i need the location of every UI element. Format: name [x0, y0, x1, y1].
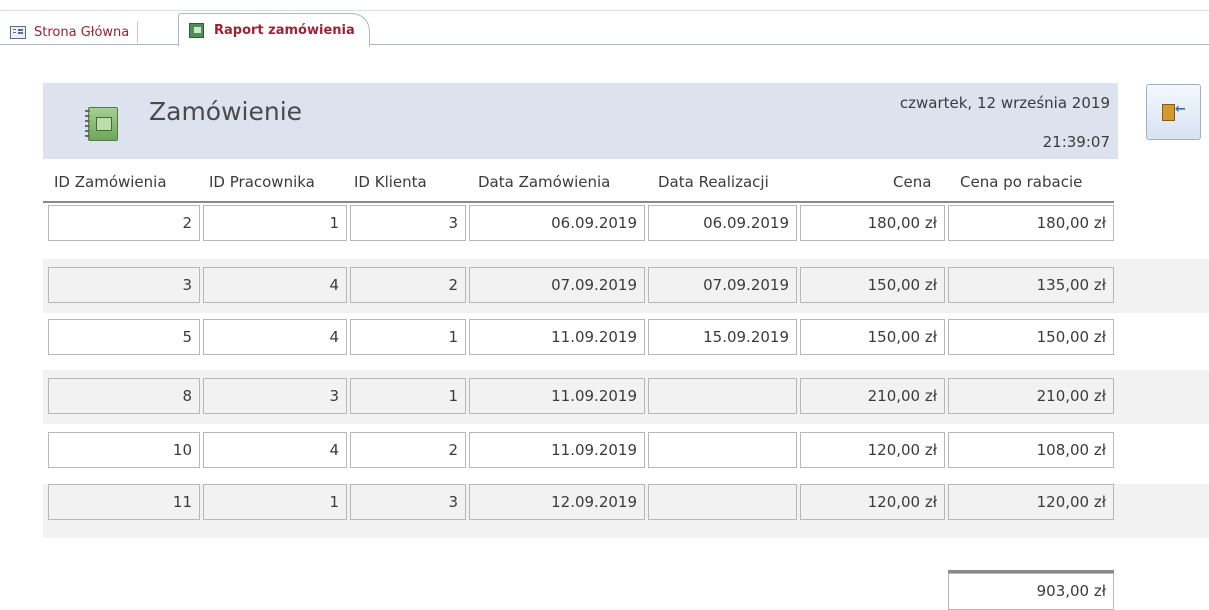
cell-cena: 120,00 zł [800, 432, 945, 468]
cell-cena: 210,00 zł [800, 378, 945, 414]
document-tab-bar: Strona Główna Raport zamówienia [0, 10, 1209, 47]
cell-data-zamowienia: 11.09.2019 [469, 378, 645, 414]
cell-cena-po-rabacie: 108,00 zł [948, 432, 1114, 468]
report-time: 21:39:07 [1042, 133, 1110, 151]
cell-data-realizacji [648, 378, 797, 414]
column-header-data-zamowienia: Data Zamówienia [478, 173, 611, 191]
table-row: 10 4 2 11.09.2019 120,00 zł 108,00 zł [43, 424, 1209, 478]
tab-separator [137, 21, 139, 43]
cell-data-zamowienia: 11.09.2019 [469, 319, 645, 355]
total-sum: 903,00 zł [948, 573, 1114, 610]
close-report-button[interactable]: ← [1146, 84, 1201, 140]
form-icon [10, 25, 26, 39]
cell-id-pracownika: 1 [203, 484, 347, 520]
header-divider [43, 201, 1114, 203]
table-row: 3 4 2 07.09.2019 07.09.2019 150,00 zł 13… [43, 259, 1209, 313]
cell-id-klienta: 2 [350, 267, 466, 303]
table-row: 2 1 3 06.09.2019 06.09.2019 180,00 zł 18… [43, 205, 1209, 259]
cell-id-zamowienia: 8 [48, 378, 200, 414]
cell-cena: 180,00 zł [800, 205, 945, 241]
report-title: Zamówienie [149, 97, 303, 126]
cell-id-zamowienia: 2 [48, 205, 200, 241]
tab-raport-zamowienia[interactable]: Raport zamówienia [178, 13, 370, 47]
column-header-cena: Cena [893, 173, 932, 191]
tab-label: Strona Główna [34, 24, 130, 40]
table-row: 5 4 1 11.09.2019 15.09.2019 150,00 zł 15… [43, 313, 1209, 367]
column-header-data-realizacji: Data Realizacji [658, 173, 769, 191]
cell-id-klienta: 3 [350, 484, 466, 520]
cell-id-zamowienia: 11 [48, 484, 200, 520]
exit-door-icon [1162, 104, 1175, 121]
column-header-cena-po-rabacie: Cena po rabacie [960, 173, 1083, 191]
cell-id-klienta: 3 [350, 205, 466, 241]
cell-data-zamowienia: 07.09.2019 [469, 267, 645, 303]
cell-cena: 150,00 zł [800, 267, 945, 303]
cell-data-realizacji: 07.09.2019 [648, 267, 797, 303]
table-row: 11 1 3 12.09.2019 120,00 zł 120,00 zł [43, 484, 1209, 538]
cell-data-zamowienia: 12.09.2019 [469, 484, 645, 520]
cell-cena-po-rabacie: 210,00 zł [948, 378, 1114, 414]
table-row: 8 3 1 11.09.2019 210,00 zł 210,00 zł [43, 370, 1209, 424]
cell-id-pracownika: 4 [203, 432, 347, 468]
cell-data-realizacji: 15.09.2019 [648, 319, 797, 355]
cell-id-pracownika: 4 [203, 319, 347, 355]
tab-strona-glowna[interactable]: Strona Główna [10, 20, 139, 44]
cell-cena-po-rabacie: 120,00 zł [948, 484, 1114, 520]
cell-cena: 150,00 zł [800, 319, 945, 355]
report-icon [189, 22, 204, 38]
column-header-id-klienta: ID Klienta [354, 173, 427, 191]
cell-cena: 120,00 zł [800, 484, 945, 520]
report-date: czwartek, 12 września 2019 [899, 94, 1110, 112]
cell-cena-po-rabacie: 135,00 zł [948, 267, 1114, 303]
cell-id-klienta: 2 [350, 432, 466, 468]
cell-id-zamowienia: 10 [48, 432, 200, 468]
cell-id-pracownika: 4 [203, 267, 347, 303]
cell-cena-po-rabacie: 150,00 zł [948, 319, 1114, 355]
cell-id-pracownika: 1 [203, 205, 347, 241]
column-header-id-zamowienia: ID Zamówienia [54, 173, 167, 191]
cell-data-zamowienia: 06.09.2019 [469, 205, 645, 241]
cell-data-realizacji: 06.09.2019 [648, 205, 797, 241]
arrow-left-icon: ← [1175, 102, 1186, 117]
report-header: Zamówienie czwartek, 12 września 2019 21… [43, 83, 1118, 159]
cell-id-klienta: 1 [350, 319, 466, 355]
cell-id-pracownika: 3 [203, 378, 347, 414]
cell-id-zamowienia: 3 [48, 267, 200, 303]
cell-data-realizacji [648, 484, 797, 520]
tab-label: Raport zamówienia [214, 22, 355, 38]
cell-id-klienta: 1 [350, 378, 466, 414]
cell-data-realizacji [648, 432, 797, 468]
cell-cena-po-rabacie: 180,00 zł [948, 205, 1114, 241]
column-header-id-pracownika: ID Pracownika [209, 173, 315, 191]
cell-data-zamowienia: 11.09.2019 [469, 432, 645, 468]
cell-id-zamowienia: 5 [48, 319, 200, 355]
notebook-icon [85, 107, 118, 141]
